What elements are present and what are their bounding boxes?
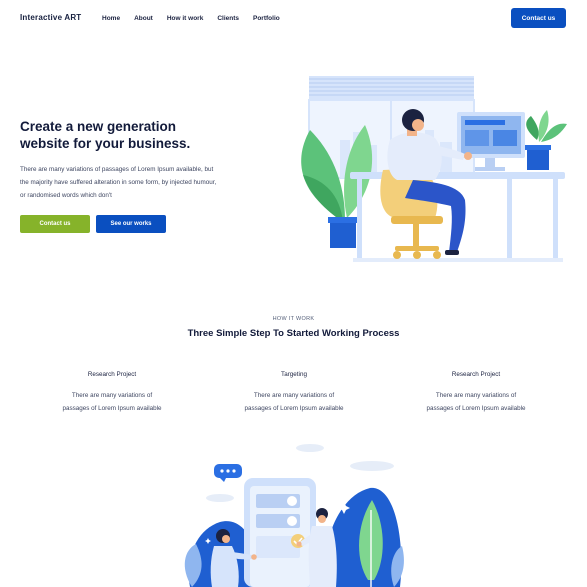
step-title-1: Research Project bbox=[87, 371, 137, 378]
main-nav: Home About How it work Clients Portfolio bbox=[102, 15, 294, 22]
hero-title: Create a new generation website for your… bbox=[20, 119, 191, 151]
step-title-3: Research Project bbox=[451, 371, 501, 378]
section-eyebrow: HOW IT WORK bbox=[272, 316, 315, 322]
chair-graphic bbox=[380, 168, 443, 259]
header-contact-button[interactable]: Contact us bbox=[511, 8, 566, 28]
step-description-2: There are many variations of passages of… bbox=[244, 392, 344, 412]
step-description-1: There are many variations of passages of… bbox=[62, 392, 162, 412]
bottom-illustration bbox=[184, 444, 404, 587]
desk-plant-graphic bbox=[525, 110, 567, 170]
nav-about[interactable]: About bbox=[134, 15, 153, 22]
hero-description: There are many variations of passages of… bbox=[20, 166, 217, 199]
section-title: Three Simple Step To Started Working Pro… bbox=[187, 328, 400, 339]
step-description-3: There are many variations of passages of… bbox=[426, 392, 526, 412]
phone-graphic bbox=[244, 478, 316, 587]
hero-contact-button[interactable]: Contact us bbox=[20, 215, 90, 233]
brand-logo-text[interactable]: Interactive ART bbox=[20, 13, 81, 22]
nav-portfolio[interactable]: Portfolio bbox=[253, 15, 280, 22]
nav-how-it-work[interactable]: How it work bbox=[167, 15, 203, 22]
nav-home[interactable]: Home bbox=[102, 15, 120, 22]
step-title-2: Targeting bbox=[281, 371, 307, 378]
chat-bubble-icon bbox=[214, 464, 242, 482]
nav-clients[interactable]: Clients bbox=[217, 15, 239, 22]
hero-illustration bbox=[301, 76, 567, 262]
see-our-works-button[interactable]: See our works bbox=[96, 215, 166, 233]
